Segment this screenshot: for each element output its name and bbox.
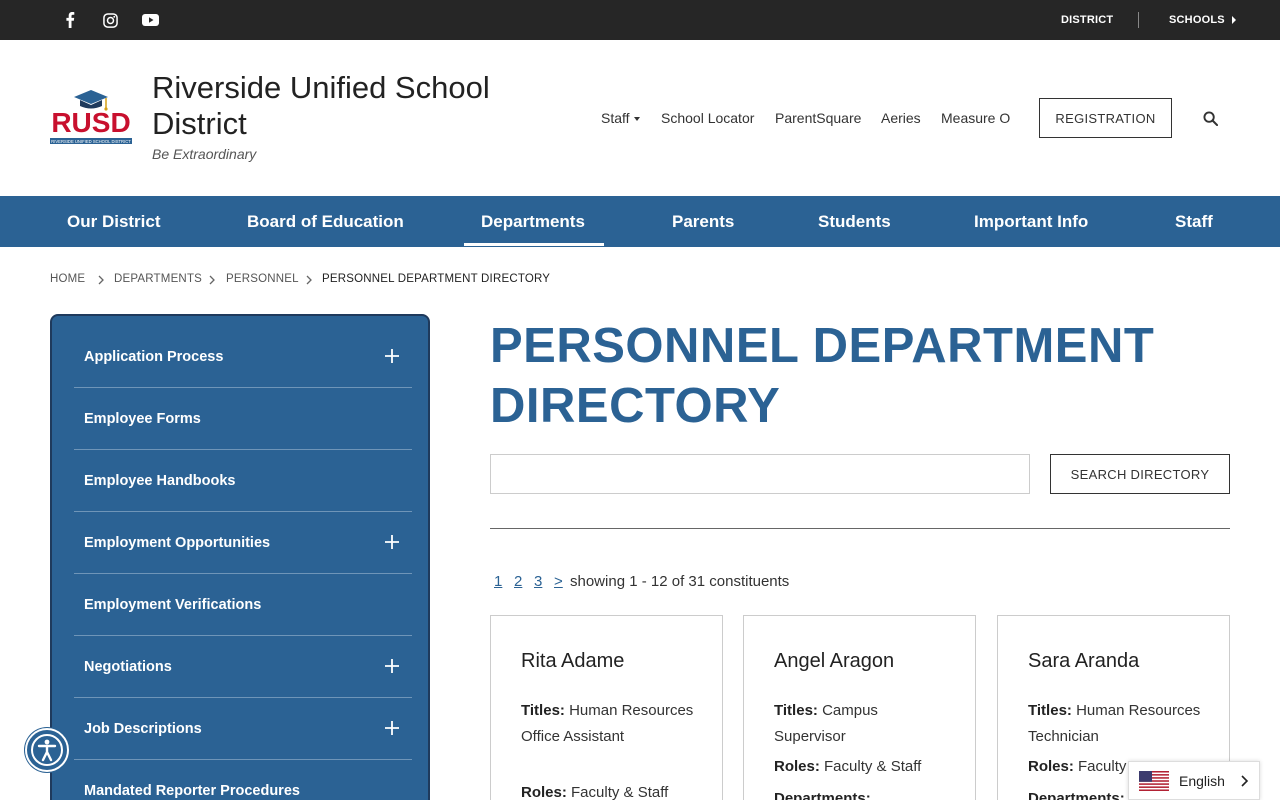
roles-value: Faculty [1078, 758, 1127, 775]
site-title[interactable]: Riverside Unified School District [152, 70, 512, 142]
schools-label: SCHOOLS [1169, 14, 1225, 26]
caret-right-icon [1232, 16, 1237, 25]
breadcrumb-departments[interactable]: DEPARTMENTS [114, 273, 202, 285]
site-tagline: Be Extraordinary [152, 146, 257, 162]
chevron-right-icon [98, 275, 104, 285]
pager-page-2[interactable]: 2 [514, 573, 522, 590]
chevron-right-icon [306, 275, 312, 285]
sidebar-item-label: Employment Opportunities [84, 535, 271, 551]
sidebar-item-label: Employee Forms [84, 411, 201, 427]
card-titles: Titles: Human Resources Office Assistant [521, 698, 701, 750]
breadcrumb-current: PERSONNEL DEPARTMENT DIRECTORY [322, 273, 551, 285]
nav-students[interactable]: Students [818, 196, 891, 247]
card-name[interactable]: Angel Aragon [774, 650, 894, 673]
registration-button[interactable]: REGISTRATION [1039, 98, 1172, 138]
chevron-right-icon [1241, 775, 1249, 787]
divider [490, 528, 1230, 529]
logo-subtext: RIVERSIDE UNIFIED SCHOOL DISTRICT [51, 139, 131, 144]
sidebar-item-label: Employee Handbooks [84, 473, 236, 489]
sidebar-navigation: Application Process Employee Forms Emplo… [50, 314, 430, 800]
departments-label: Departments: [774, 790, 871, 800]
nav-departments[interactable]: Departments [481, 196, 585, 247]
plus-icon[interactable] [384, 658, 400, 674]
main-navigation: Our District Board of Education Departme… [0, 196, 1280, 247]
plus-icon[interactable] [384, 720, 400, 736]
parentsquare-link[interactable]: ParentSquare [775, 108, 861, 128]
sidebar-item-employee-forms[interactable]: Employee Forms [74, 388, 412, 450]
facebook-icon[interactable] [58, 0, 82, 40]
aeries-link[interactable]: Aeries [881, 108, 921, 128]
nav-staff[interactable]: Staff [1175, 196, 1213, 247]
staff-dropdown-label: Staff [601, 110, 630, 126]
language-label: English [1179, 773, 1225, 789]
instagram-icon[interactable] [98, 0, 122, 40]
card-titles: Titles: Campus Supervisor [774, 698, 924, 750]
district-logo[interactable]: RUSD RIVERSIDE UNIFIED SCHOOL DISTRICT [48, 88, 134, 150]
directory-card: Rita Adame Titles: Human Resources Offic… [490, 615, 723, 800]
measure-o-link[interactable]: Measure O [941, 108, 1010, 128]
pager-page-1[interactable]: 1 [494, 573, 502, 590]
sidebar-item-employment-opportunities[interactable]: Employment Opportunities [74, 512, 412, 574]
roles-value: Faculty & Staff [571, 784, 669, 800]
language-selector[interactable]: English [1128, 761, 1260, 800]
plus-icon[interactable] [384, 348, 400, 364]
sidebar-item-label: Mandated Reporter Procedures [84, 783, 300, 799]
directory-card: Angel Aragon Titles: Campus Supervisor R… [743, 615, 976, 800]
youtube-icon[interactable] [138, 0, 162, 40]
sidebar-item-application-process[interactable]: Application Process [74, 326, 412, 388]
caret-down-icon [633, 117, 640, 122]
sidebar-item-mandated-reporter-procedures[interactable]: Mandated Reporter Procedures [74, 760, 412, 800]
sidebar-item-employee-handbooks[interactable]: Employee Handbooks [74, 450, 412, 512]
district-link[interactable]: DISTRICT [1061, 0, 1113, 40]
card-roles: Roles: Faculty & Staff [521, 780, 701, 800]
accessibility-button[interactable] [25, 728, 69, 772]
breadcrumb-personnel[interactable]: PERSONNEL [226, 273, 299, 285]
search-icon[interactable] [1200, 108, 1220, 128]
search-directory-button[interactable]: SEARCH DIRECTORY [1050, 454, 1230, 494]
top-bar: DISTRICT SCHOOLS [0, 0, 1280, 40]
sidebar-item-label: Application Process [84, 349, 224, 365]
pager-next[interactable]: > [554, 573, 563, 590]
card-titles: Titles: Human Resources Technician [1028, 698, 1208, 750]
departments-label: Departments: [1028, 790, 1125, 800]
pager-summary: showing 1 - 12 of 31 constituents [570, 573, 790, 590]
roles-value: Faculty & Staff [824, 758, 922, 775]
roles-label: Roles: [1028, 758, 1074, 775]
page-title: PERSONNEL DEPARTMENT DIRECTORY [490, 319, 1155, 433]
plus-icon[interactable] [384, 534, 400, 550]
nav-parents[interactable]: Parents [672, 196, 734, 247]
school-locator-link[interactable]: School Locator [661, 108, 754, 128]
titles-label: Titles: [521, 702, 565, 719]
titles-label: Titles: [774, 702, 818, 719]
card-departments: Departments: [774, 786, 954, 800]
accessibility-icon [31, 734, 63, 766]
titles-label: Titles: [1028, 702, 1072, 719]
logo-text: RUSD [51, 107, 130, 138]
staff-dropdown[interactable]: Staff [601, 108, 640, 128]
nav-important-info[interactable]: Important Info [974, 196, 1088, 247]
card-name[interactable]: Sara Aranda [1028, 650, 1139, 673]
directory-search-input[interactable] [490, 454, 1030, 494]
sidebar-item-job-descriptions[interactable]: Job Descriptions [74, 698, 412, 760]
nav-our-district[interactable]: Our District [67, 196, 161, 247]
breadcrumb-home[interactable]: HOME [50, 273, 85, 285]
card-roles: Roles: Faculty & Staff [774, 754, 954, 780]
nav-active-indicator [464, 243, 604, 246]
us-flag-icon [1139, 771, 1169, 791]
chevron-right-icon [209, 275, 215, 285]
roles-label: Roles: [774, 758, 820, 775]
sidebar-item-employment-verifications[interactable]: Employment Verifications [74, 574, 412, 636]
pager-page-3[interactable]: 3 [534, 573, 542, 590]
sidebar-item-label: Employment Verifications [84, 597, 262, 613]
roles-label: Roles: [521, 784, 567, 800]
sidebar-item-negotiations[interactable]: Negotiations [74, 636, 412, 698]
sidebar-item-label: Job Descriptions [84, 721, 202, 737]
schools-dropdown[interactable]: SCHOOLS [1169, 0, 1237, 40]
sidebar-item-label: Negotiations [84, 659, 172, 675]
topbar-divider [1138, 12, 1139, 28]
card-name[interactable]: Rita Adame [521, 650, 624, 673]
nav-board-of-education[interactable]: Board of Education [247, 196, 404, 247]
